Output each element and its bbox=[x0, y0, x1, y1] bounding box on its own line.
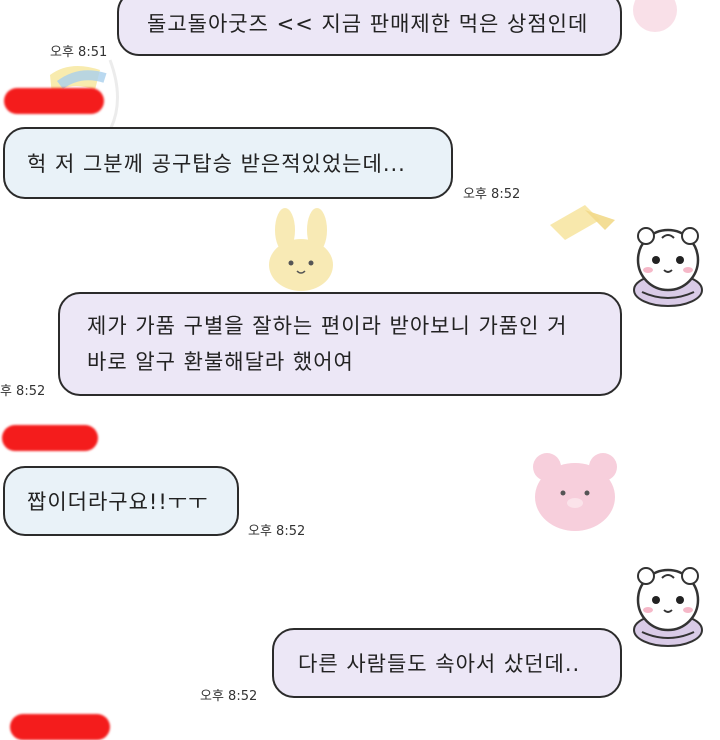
message-time: 오후 8:52 bbox=[463, 187, 521, 202]
redacted-sender-name bbox=[2, 425, 98, 451]
message-bubble: 다른 사람들도 속아서 샀던데.. bbox=[272, 628, 622, 698]
message-bubble: 돌고돌아굿즈 << 지금 판매제한 먹은 상점인데 bbox=[117, 0, 622, 56]
message-time: 오후 8:52 bbox=[200, 689, 258, 704]
bear-sticker-icon bbox=[533, 453, 617, 531]
message-time: 오후 8:52 bbox=[0, 384, 46, 399]
message-bubble: 짭이더라구요!!ㅜㅜ bbox=[3, 466, 239, 536]
bear-avatar-icon bbox=[633, 567, 703, 647]
message-text: 돌고돌아굿즈 << 지금 판매제한 먹은 상점인데 bbox=[147, 12, 589, 36]
message-text: 헉 저 그분께 공구탑승 받은적있었는데... bbox=[27, 152, 406, 176]
message-time: 오후 8:51 bbox=[50, 45, 108, 60]
bunny-sticker-icon bbox=[269, 208, 333, 291]
redacted-sender-name bbox=[10, 714, 110, 740]
message-bubble: 제가 가품 구별을 잘하는 편이라 받아보니 가품인 거 바로 알구 환불해달라… bbox=[58, 292, 622, 396]
bear-avatar-icon bbox=[633, 227, 703, 307]
message-text-line: 바로 알구 환불해달라 했어여 bbox=[87, 350, 354, 374]
heart-sticker-icon bbox=[633, 0, 677, 32]
message-text: 다른 사람들도 속아서 샀던데.. bbox=[298, 652, 581, 676]
message-time: 오후 8:52 bbox=[248, 524, 306, 539]
redacted-sender-name bbox=[4, 88, 104, 114]
message-bubble: 헉 저 그분께 공구탑승 받은적있었는데... bbox=[3, 127, 453, 199]
message-text: 짭이더라구요!!ㅜㅜ bbox=[27, 490, 209, 514]
message-text-line: 제가 가품 구별을 잘하는 편이라 받아보니 가품인 거 bbox=[87, 314, 568, 338]
star-sticker-icon bbox=[550, 205, 615, 240]
